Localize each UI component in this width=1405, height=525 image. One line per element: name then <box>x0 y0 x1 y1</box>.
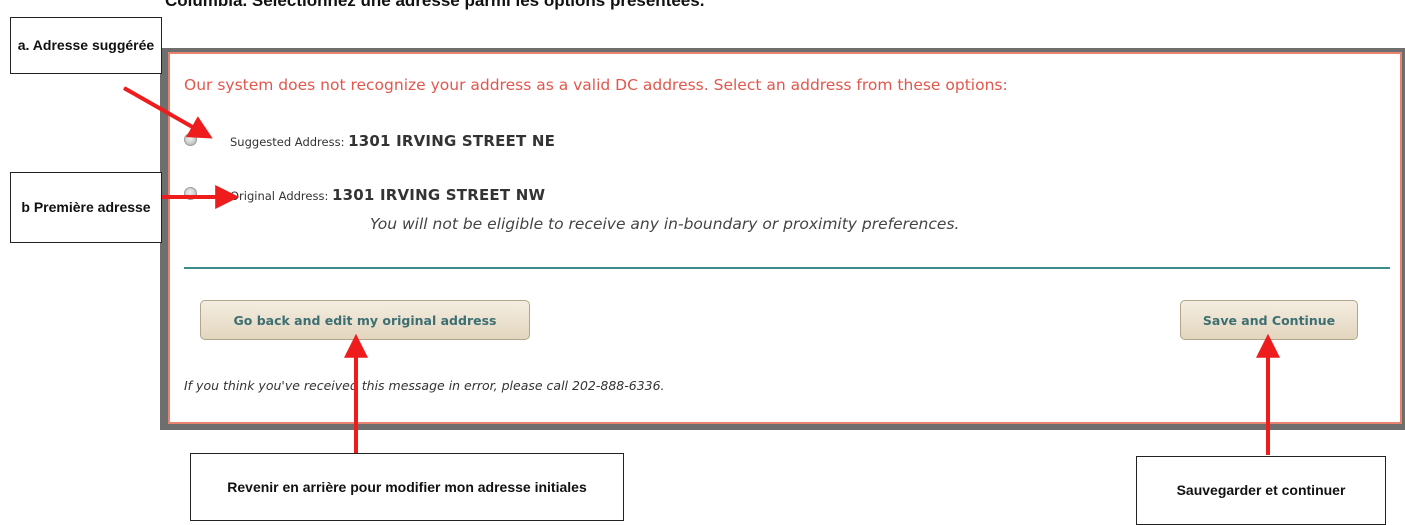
annotation-arrows <box>123 86 1280 455</box>
arrow-to-suggested <box>123 86 213 139</box>
